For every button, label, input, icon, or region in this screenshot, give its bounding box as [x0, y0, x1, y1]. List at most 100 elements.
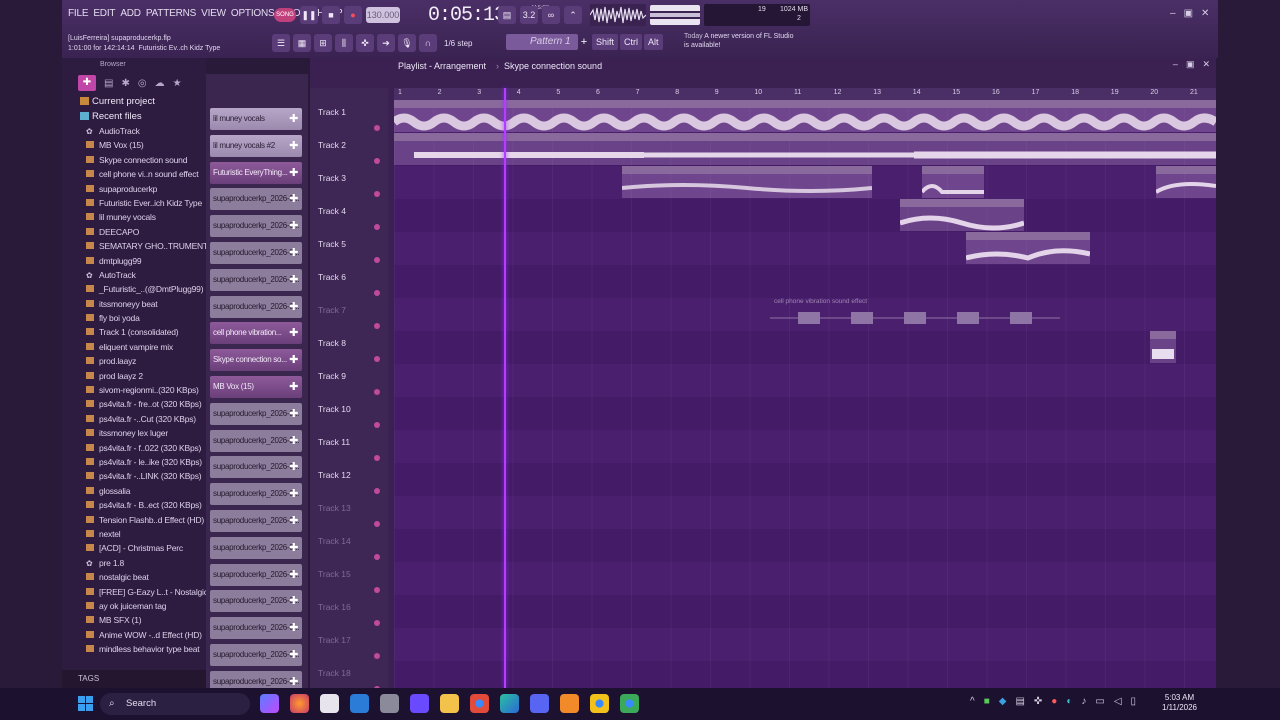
- clip-source-item[interactable]: supaproducerkp_2026-0... ✚: [210, 215, 302, 238]
- star-icon[interactable]: ★: [173, 78, 182, 89]
- browser-item[interactable]: ✿ AudioTrack: [62, 124, 206, 138]
- track-name[interactable]: Track 1: [318, 107, 346, 117]
- firefox-icon[interactable]: [290, 694, 309, 713]
- volume-icon[interactable]: ◁: [1114, 696, 1122, 707]
- clip-source-item[interactable]: lil muney vocals #2 ✚: [210, 134, 302, 157]
- store-icon[interactable]: [320, 694, 339, 713]
- add-pattern-button[interactable]: +: [578, 34, 590, 50]
- track-name[interactable]: Track 10: [318, 404, 351, 414]
- browser-item[interactable]: mindless behavior type beat: [62, 642, 206, 656]
- browser-item[interactable]: ps4vita.fr -..LINK (320 KBps): [62, 469, 206, 483]
- close-icon[interactable]: ✕: [1201, 8, 1209, 19]
- track-mute-dot[interactable]: [374, 356, 380, 362]
- add-icon[interactable]: ✚: [289, 108, 298, 130]
- shift-key[interactable]: Shift: [592, 34, 619, 50]
- tray-app-icon[interactable]: ✜: [1034, 696, 1042, 707]
- tray-app-icon[interactable]: ■: [984, 696, 990, 707]
- audio-clip[interactable]: supa..REC: [1156, 166, 1216, 198]
- pattern-selector[interactable]: Pattern 1: [506, 34, 578, 50]
- clip-source-item[interactable]: lil muney vocals ✚: [210, 108, 302, 130]
- file-icon[interactable]: ✱: [121, 78, 129, 89]
- track-mute-dot[interactable]: [374, 653, 380, 659]
- track-name[interactable]: Track 13: [318, 503, 351, 513]
- add-icon[interactable]: ✚: [289, 510, 298, 532]
- track-name[interactable]: Track 2: [318, 140, 346, 150]
- magnet-icon[interactable]: ∩: [419, 34, 437, 52]
- minimize-icon[interactable]: –: [1170, 8, 1176, 19]
- menu-file[interactable]: FILE: [68, 8, 89, 19]
- browser-item[interactable]: ps4vita.fr -..Cut (320 KBps): [62, 412, 206, 426]
- plugin-db-icon[interactable]: ◎: [138, 78, 147, 89]
- audio-clip[interactable]: S..ct: [1150, 331, 1176, 363]
- audio-clip[interactable]: lil muney vocals: [644, 133, 914, 165]
- network-icon[interactable]: ▭: [1095, 696, 1104, 707]
- track-mute-dot[interactable]: [374, 620, 380, 626]
- track-name[interactable]: Track 17: [318, 635, 351, 645]
- tray-app-icon[interactable]: ▤: [1015, 696, 1024, 707]
- add-icon[interactable]: ✚: [289, 537, 298, 559]
- taskbar-search[interactable]: ⌕ Search: [100, 693, 250, 715]
- add-icon[interactable]: ✚: [289, 269, 298, 291]
- add-icon[interactable]: ✚: [289, 188, 298, 210]
- menu-options[interactable]: OPTIONS: [231, 8, 275, 19]
- browser-item[interactable]: dmtplugg99: [62, 254, 206, 268]
- track-name[interactable]: Track 15: [318, 569, 351, 579]
- track-mute-dot[interactable]: [374, 422, 380, 428]
- browser-item[interactable]: Track 1 (consolidated): [62, 325, 206, 339]
- track-name[interactable]: Track 5: [318, 239, 346, 249]
- track-name[interactable]: Track 14: [318, 536, 351, 546]
- mixer-icon[interactable]: ⫼: [335, 34, 353, 52]
- menu-add[interactable]: ADD: [120, 8, 141, 19]
- add-icon[interactable]: ✚: [289, 215, 298, 237]
- clip-source-item[interactable]: supaproducerkp_2026-0... ✚: [210, 536, 302, 559]
- settings-icon[interactable]: [380, 694, 399, 713]
- tags-bar[interactable]: TAGS: [62, 670, 206, 688]
- channel-rack-icon[interactable]: ⊞: [314, 34, 332, 52]
- browser-item[interactable]: nostalgic beat: [62, 570, 206, 584]
- add-icon[interactable]: ✚: [289, 322, 298, 344]
- timeline-ruler[interactable]: 1 2 3 4 5 6 7 8 9 10 11 12 13 14 15 16 17 18 19 20 21: [394, 88, 1216, 100]
- clip-source-item[interactable]: supaproducerkp_2026-0... ✚: [210, 456, 302, 479]
- track-mute-dot[interactable]: [374, 488, 380, 494]
- loop-record-icon[interactable]: ∞: [542, 6, 560, 24]
- chrome-icon[interactable]: [620, 694, 639, 713]
- clip-source-item[interactable]: MB Vox (15) ✚: [210, 376, 302, 398]
- alt-key[interactable]: Alt: [644, 34, 663, 50]
- clip-source-item[interactable]: Skype connection so... ✚: [210, 349, 302, 372]
- all-icon[interactable]: ✚: [78, 75, 96, 91]
- browser-item[interactable]: lil muney vocals: [62, 210, 206, 224]
- browser-item[interactable]: _Futuristic_..(@DmtPlugg99): [62, 282, 206, 296]
- app-icon[interactable]: [410, 694, 429, 713]
- plugin-icon[interactable]: ✜: [356, 34, 374, 52]
- browser-item[interactable]: SEMATARY GHO..TRUMENTAL: [62, 239, 206, 253]
- browser-item[interactable]: ps4vita.fr - le..ike (320 KBps): [62, 455, 206, 469]
- add-icon[interactable]: ✚: [289, 617, 298, 639]
- browser-item[interactable]: Anime WOW -..d Effect (HD): [62, 628, 206, 642]
- metronome-icon[interactable]: ▤: [498, 6, 516, 24]
- track-mute-dot[interactable]: [374, 290, 380, 296]
- clip-source-item[interactable]: supaproducerkp_2026-0... ✚: [210, 590, 302, 613]
- track-name[interactable]: Track 7: [318, 305, 346, 315]
- browser-item[interactable]: eliquent vampire mix: [62, 340, 206, 354]
- browser-item[interactable]: itssmoneyy beat: [62, 297, 206, 311]
- track-mute-dot[interactable]: [374, 158, 380, 164]
- clip-source-item[interactable]: supaproducerkp_2026-0... ✚: [210, 429, 302, 452]
- menu-edit[interactable]: EDIT: [93, 8, 115, 19]
- clip-source-item[interactable]: Futuristic EveryThing... ✚: [210, 161, 302, 184]
- clip-source-item[interactable]: supaproducerkp_2026-0... ✚: [210, 268, 302, 291]
- track-mute-dot[interactable]: [374, 125, 380, 131]
- news-panel[interactable]: Today A newer version of FL Studio is av…: [684, 32, 794, 50]
- browser-item[interactable]: sivom-regionmi..(320 KBps): [62, 383, 206, 397]
- chrome-icon[interactable]: [470, 694, 489, 713]
- track-name[interactable]: Track 4: [318, 206, 346, 216]
- tray-app-icon[interactable]: ◐: [1066, 696, 1072, 707]
- record-icon[interactable]: ●: [344, 6, 362, 24]
- browser-item[interactable]: MB Vox (15): [62, 138, 206, 152]
- browser-item[interactable]: Skype connection sound: [62, 153, 206, 167]
- ctrl-key[interactable]: Ctrl: [620, 34, 643, 50]
- section-current-project[interactable]: Current project: [62, 94, 206, 109]
- section-recent-files[interactable]: Recent files: [62, 109, 206, 124]
- playlist-current-item[interactable]: Skype connection sound: [504, 59, 602, 73]
- menu-view[interactable]: VIEW: [201, 8, 226, 19]
- chrome-icon[interactable]: [590, 694, 609, 713]
